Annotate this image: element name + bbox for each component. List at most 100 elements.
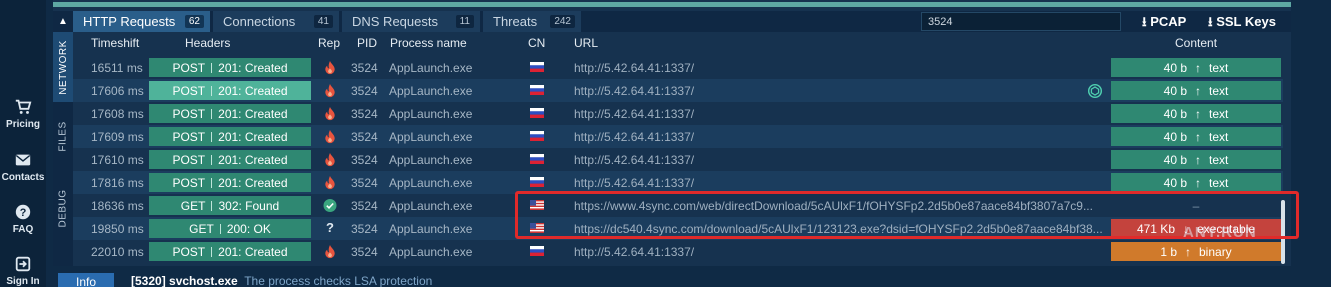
pid-cell: 3524 xyxy=(351,222,378,236)
timeshift-cell: 17816 ms xyxy=(91,176,144,190)
headers-badge[interactable]: POST 201: Created xyxy=(149,127,311,146)
content-cell[interactable]: 40 b ↑ text xyxy=(1111,127,1281,146)
col-headers[interactable]: Headers xyxy=(185,36,230,50)
content-type: text xyxy=(1209,152,1229,167)
table-row[interactable]: 17608 ms POST 201: Created 3524 AppLaunch.ex… xyxy=(73,102,1283,125)
pcap-button[interactable]: ⭳ PCAP xyxy=(1142,11,1186,32)
url-cell[interactable]: http://5.42.64.41:1337/ xyxy=(574,245,694,259)
vtab-files[interactable]: FILES xyxy=(53,106,73,166)
pcap-label: PCAP xyxy=(1150,14,1187,29)
pricing-link[interactable]: Pricing xyxy=(0,98,46,130)
content-size: 40 b xyxy=(1163,152,1187,167)
separator xyxy=(211,108,213,119)
separator xyxy=(211,62,213,73)
table-row[interactable]: 17610 ms POST 201: Created 3524 AppLaunch.ex… xyxy=(73,148,1283,171)
ai-assistant-icon[interactable] xyxy=(1086,82,1104,100)
separator xyxy=(211,131,213,142)
faq-link[interactable]: ? FAQ xyxy=(0,203,46,235)
content-type: text xyxy=(1209,60,1229,75)
table-header: Timeshift Headers Rep PID Process name C… xyxy=(73,32,1291,53)
tab-connections[interactable]: Connections 41 xyxy=(213,11,339,32)
url-cell[interactable]: http://5.42.64.41:1337/ xyxy=(574,130,694,144)
pid-cell: 3524 xyxy=(351,153,378,167)
process-cell: AppLaunch.exe xyxy=(389,84,473,98)
network-panel: ▲ HTTP Requests 62 Connections 41 DNS Re… xyxy=(53,0,1299,287)
highlight-box xyxy=(515,191,1299,239)
http-method: GET xyxy=(189,221,214,236)
ssl-keys-button[interactable]: ⭳ SSL Keys xyxy=(1208,11,1276,32)
direction-arrow-icon: ↑ xyxy=(1195,152,1201,167)
tab-threats[interactable]: Threats 242 xyxy=(483,11,581,32)
content-cell[interactable]: 40 b ↑ text xyxy=(1111,81,1281,100)
col-cn[interactable]: CN xyxy=(528,36,545,50)
process-cell: AppLaunch.exe xyxy=(389,245,473,259)
col-url[interactable]: URL xyxy=(574,36,598,50)
timeshift-cell: 22010 ms xyxy=(91,245,144,259)
direction-arrow-icon: ↑ xyxy=(1195,106,1201,121)
status-message: [5320] svchost.exe The process checks LS… xyxy=(131,274,432,287)
headers-badge[interactable]: POST 201: Created xyxy=(149,173,311,192)
content-size: 40 b xyxy=(1163,60,1187,75)
signin-icon xyxy=(15,256,31,272)
tab-bar: ▲ HTTP Requests 62 Connections 41 DNS Re… xyxy=(53,11,1291,32)
process-cell: AppLaunch.exe xyxy=(389,153,473,167)
content-cell[interactable]: 40 b ↑ text xyxy=(1111,150,1281,169)
timeshift-cell: 17606 ms xyxy=(91,84,144,98)
content-cell[interactable]: 1 b ↑ binary xyxy=(1111,242,1281,261)
headers-badge[interactable]: POST 201: Created xyxy=(149,58,311,77)
url-cell[interactable]: http://5.42.64.41:1337/ xyxy=(574,61,694,75)
vtab-network[interactable]: NETWORK xyxy=(53,32,73,102)
filter-input[interactable] xyxy=(921,12,1121,31)
col-content[interactable]: Content xyxy=(1175,36,1217,50)
http-status: 201: Created xyxy=(218,244,288,259)
headers-badge[interactable]: POST 201: Created xyxy=(149,150,311,169)
tab-label: Threats xyxy=(493,14,538,29)
pid-cell: 3524 xyxy=(351,245,378,259)
col-pid[interactable]: PID xyxy=(357,36,377,50)
process-cell: AppLaunch.exe xyxy=(389,107,473,121)
url-cell[interactable]: http://5.42.64.41:1337/ xyxy=(574,176,694,190)
headers-badge[interactable]: GET 200: OK xyxy=(149,219,311,238)
content-cell[interactable]: 40 b ↑ text xyxy=(1111,173,1281,192)
status-text: The process checks LSA protection xyxy=(244,274,433,287)
col-process[interactable]: Process name xyxy=(390,36,467,50)
info-button[interactable]: Info xyxy=(58,273,114,287)
col-timeshift[interactable]: Timeshift xyxy=(91,36,139,50)
content-cell[interactable]: 40 b ↑ text xyxy=(1111,58,1281,77)
vtab-label: FILES xyxy=(57,120,69,152)
headers-badge[interactable]: POST 201: Created xyxy=(149,81,311,100)
pricing-label: Pricing xyxy=(6,119,40,130)
tab-http-requests[interactable]: HTTP Requests 62 xyxy=(73,11,210,32)
collapse-up-icon[interactable]: ▲ xyxy=(53,11,73,32)
url-cell[interactable]: http://5.42.64.41:1337/ xyxy=(574,107,694,121)
tab-dns-requests[interactable]: DNS Requests 11 xyxy=(342,11,480,32)
content-size: 40 b xyxy=(1163,129,1187,144)
content-type: binary xyxy=(1199,244,1232,259)
flag-ru-icon xyxy=(530,62,544,72)
content-size: 40 b xyxy=(1163,175,1187,190)
col-rep[interactable]: Rep xyxy=(318,36,340,50)
content-cell[interactable]: 40 b ↑ text xyxy=(1111,104,1281,123)
url-cell[interactable]: http://5.42.64.41:1337/ xyxy=(574,84,694,98)
vertical-tabs: NETWORK FILES DEBUG xyxy=(53,32,73,266)
direction-arrow-icon: ↑ xyxy=(1195,60,1201,75)
headers-badge[interactable]: POST 201: Created xyxy=(149,242,311,261)
process-cell: AppLaunch.exe xyxy=(389,61,473,75)
http-method: POST xyxy=(172,129,206,144)
table-row[interactable]: 22010 ms POST 201: Created 3524 AppLaunch.ex… xyxy=(73,240,1283,263)
table-row[interactable]: 16511 ms POST 201: Created 3524 AppLaunch.ex… xyxy=(73,56,1283,79)
faq-label: FAQ xyxy=(12,224,34,235)
http-method: POST xyxy=(172,152,206,167)
pid-cell: 3524 xyxy=(351,130,378,144)
http-method: GET xyxy=(180,198,206,213)
table-row[interactable]: 17609 ms POST 201: Created 3524 AppLaunch.ex… xyxy=(73,125,1283,148)
status-process: [5320] svchost.exe xyxy=(131,274,238,287)
separator xyxy=(211,154,213,165)
url-cell[interactable]: http://5.42.64.41:1337/ xyxy=(574,153,694,167)
content-type: text xyxy=(1209,106,1229,121)
headers-badge[interactable]: GET 302: Found xyxy=(149,196,311,215)
headers-badge[interactable]: POST 201: Created xyxy=(149,104,311,123)
vtab-debug[interactable]: DEBUG xyxy=(53,178,73,238)
signin-link[interactable]: Sign In xyxy=(0,255,46,287)
contacts-link[interactable]: Contacts xyxy=(0,151,46,183)
